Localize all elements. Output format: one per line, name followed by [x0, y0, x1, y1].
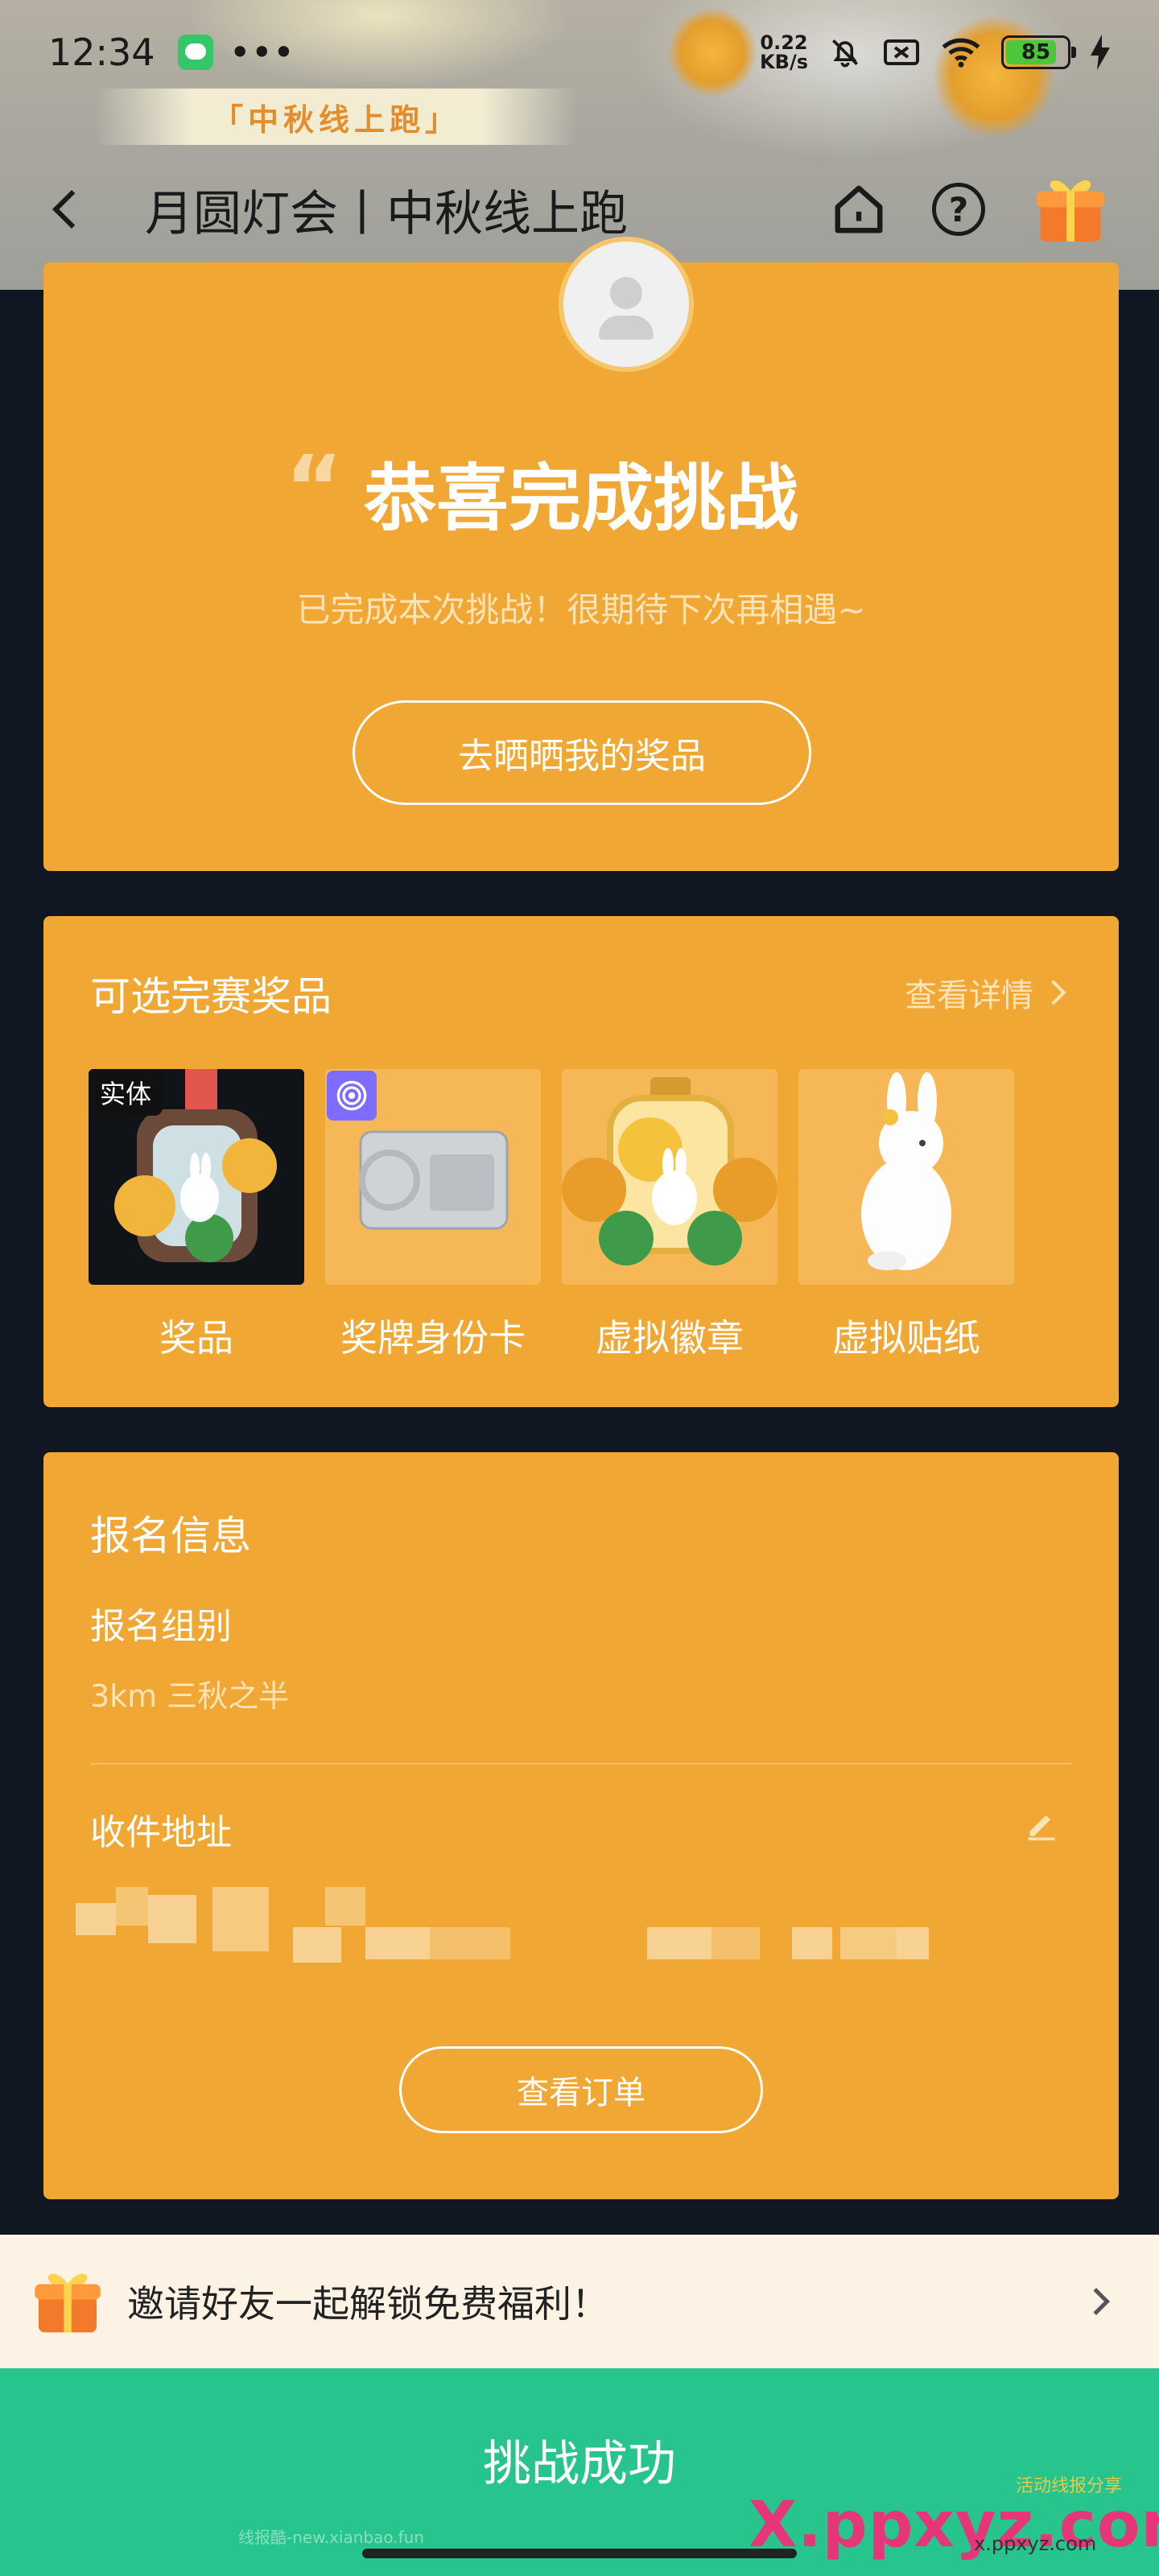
prize-item-sticker[interactable]: 虚拟贴纸	[798, 1069, 1014, 1362]
address-value-blurred	[76, 1887, 961, 1984]
view-order-button[interactable]: 查看订单	[399, 2046, 763, 2133]
status-time: 12:34	[48, 31, 155, 74]
battery-indicator: 85	[1001, 35, 1076, 69]
prize-label: 奖品	[159, 1316, 233, 1360]
prize-item-id-card[interactable]: 奖牌身份卡	[325, 1069, 541, 1362]
home-icon[interactable]	[831, 181, 887, 237]
signup-heading: 报名信息	[90, 1513, 251, 1559]
mute-bell-icon	[832, 39, 858, 68]
medal-image: 实体	[89, 1069, 304, 1285]
avatar	[559, 237, 694, 372]
invite-banner[interactable]: 邀请好友一起解锁免费福利！	[0, 2235, 1159, 2368]
congrats-card: “ 恭喜完成挑战 已完成本次挑战！很期待下次再相遇~ 去晒晒我的奖品	[43, 237, 1119, 871]
physical-tag: 实体	[89, 1069, 163, 1116]
prizes-heading: 可选完赛奖品	[90, 973, 332, 1020]
id-card-image	[325, 1069, 541, 1285]
nav-bar: 月圆灯会丨中秋线上跑 ?	[0, 161, 1159, 258]
wechat-icon	[177, 35, 213, 70]
badge-image	[562, 1069, 777, 1285]
net-speed-unit: KB/s	[760, 51, 808, 73]
net-speed: 0.22 KB/s	[760, 33, 808, 72]
no-sim-icon	[884, 39, 919, 65]
help-icon[interactable]: ?	[932, 183, 985, 236]
battery-level: 85	[1021, 40, 1051, 64]
signup-info-card: 报名信息 报名组别 3km 三秋之半 收件地址 查看订单	[43, 1452, 1119, 2199]
congrats-subtitle: 已完成本次挑战！很期待下次再相遇~	[296, 590, 866, 630]
watermark-big: X.ppxyz.com	[749, 2489, 1159, 2562]
divider	[90, 1763, 1072, 1765]
more-notifications-icon: •••	[229, 31, 295, 74]
back-button[interactable]	[48, 177, 97, 242]
gift-icon	[35, 2273, 101, 2333]
address-label: 收件地址	[90, 1812, 232, 1853]
prize-item-medal[interactable]: 实体 奖品	[89, 1069, 304, 1362]
congrats-title: 恭喜完成挑战	[364, 456, 798, 541]
prize-label: 奖牌身份卡	[340, 1316, 526, 1360]
home-indicator[interactable]	[362, 2549, 797, 2558]
prize-label: 虚拟贴纸	[832, 1316, 980, 1360]
prize-label: 虚拟徽章	[596, 1316, 744, 1360]
edit-icon[interactable]	[1024, 1806, 1059, 1842]
watermark-small: 线报酷-new.xianbao.fun	[238, 2528, 424, 2547]
page-title: 月圆灯会丨中秋线上跑	[145, 185, 628, 242]
view-details-link[interactable]: 查看详情	[905, 969, 1066, 1016]
wifi-icon	[942, 38, 980, 68]
nfc-icon	[327, 1071, 377, 1121]
view-details-label: 查看详情	[905, 977, 1033, 1014]
charging-bolt-icon	[1091, 35, 1110, 70]
show-prize-button[interactable]: 去晒晒我的奖品	[353, 700, 811, 805]
cta-label: 挑战成功	[483, 2436, 676, 2492]
chevron-right-icon	[1083, 2288, 1110, 2315]
chevron-right-icon	[1041, 980, 1066, 1005]
sticker-image	[798, 1069, 1014, 1285]
invite-text: 邀请好友一起解锁免费福利！	[127, 2282, 608, 2326]
prizes-card: 可选完赛奖品 查看详情 实体 奖品 奖牌身份卡 虚拟徽章 虚拟贴纸	[43, 916, 1119, 1407]
group-value: 3km 三秋之半	[90, 1678, 290, 1714]
prize-item-badge[interactable]: 虚拟徽章	[562, 1069, 777, 1362]
group-label: 报名组别	[90, 1606, 232, 1647]
status-bar: 12:34 ••• 0.22 KB/s 85	[0, 0, 1159, 105]
gift-icon[interactable]	[1030, 169, 1111, 250]
net-speed-value: 0.22	[760, 31, 808, 54]
watermark-big-sub: x.ppxyz.com	[974, 2533, 1097, 2555]
